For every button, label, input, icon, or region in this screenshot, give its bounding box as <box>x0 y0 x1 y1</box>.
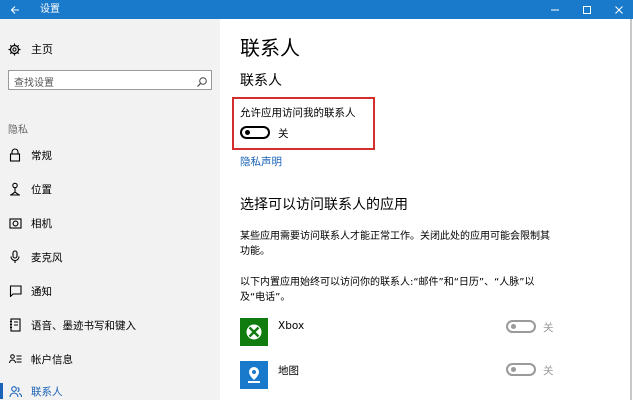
sidebar-item-contacts[interactable]: 联系人 <box>0 381 220 401</box>
back-button[interactable] <box>0 0 30 19</box>
location-icon <box>8 181 22 197</box>
sidebar-item-label: 麦克风 <box>31 252 63 264</box>
app-name: 地图 <box>278 365 299 377</box>
builtin-apps-text: 以下内置应用始终可以访问你的联系人:“邮件”和“日历”、“人脉”以及“电话”。 <box>240 277 535 303</box>
contacts-icon <box>8 383 22 399</box>
search-input[interactable]: 查找设置 <box>8 70 212 90</box>
title-bar: 设置 <box>0 0 633 19</box>
privacy-statement-link[interactable]: 隐私声明 <box>240 154 282 169</box>
search-icon[interactable] <box>196 73 208 92</box>
maximize-icon <box>583 5 591 14</box>
sidebar-item-microphone[interactable]: 麦克风 <box>0 247 220 267</box>
app-name: Xbox <box>278 320 305 332</box>
main-content: 联系人 联系人 允许应用访问我的联系人 关 隐私声明 选择可以访问联系人的应用 … <box>220 19 633 400</box>
maps-toggle[interactable] <box>506 363 536 376</box>
minimize-button[interactable] <box>540 0 570 19</box>
maximize-button[interactable] <box>572 0 602 19</box>
toggle-knob <box>511 324 516 329</box>
sidebar-item-location[interactable]: 位置 <box>0 179 220 199</box>
search-placeholder: 查找设置 <box>14 78 54 89</box>
sidebar-item-label: 常规 <box>31 150 52 162</box>
sidebar-item-general[interactable]: 常规 <box>0 145 220 165</box>
notebook-icon <box>8 317 22 333</box>
sidebar-item-label: 相机 <box>31 218 52 230</box>
home-label: 主页 <box>31 43 53 56</box>
xbox-toggle[interactable] <box>506 320 536 333</box>
scrollbar[interactable] <box>628 19 633 400</box>
sidebar-item-label: 语音、墨迹书写和键入 <box>31 320 136 332</box>
account-info-icon <box>8 351 22 367</box>
window-title: 设置 <box>40 4 60 15</box>
sidebar-item-label: 通知 <box>31 286 52 298</box>
description-text: 某些应用需要访问联系人才能正常工作。关闭此处的应用可能会限制其功能。 <box>240 231 550 257</box>
allow-contacts-toggle[interactable] <box>240 126 270 139</box>
back-arrow-icon <box>10 5 19 14</box>
sidebar-item-label: 帐户信息 <box>31 354 73 366</box>
allow-contacts-state: 关 <box>278 128 289 140</box>
gear-icon <box>8 43 21 55</box>
xbox-icon <box>240 318 268 346</box>
minimize-icon <box>551 9 559 10</box>
sidebar-item-label: 联系人 <box>31 386 63 398</box>
maps-toggle-state: 关 <box>543 365 554 377</box>
page-title: 联系人 <box>240 36 300 60</box>
section-heading: 联系人 <box>240 73 282 89</box>
sidebar-item-account-info[interactable]: 帐户信息 <box>0 349 220 369</box>
lock-icon <box>8 147 22 163</box>
sidebar-item-notifications[interactable]: 通知 <box>0 281 220 301</box>
sidebar-item-speech-inking[interactable]: 语音、墨迹书写和键入 <box>0 315 220 335</box>
sidebar-item-label: 位置 <box>31 184 52 196</box>
privacy-section-label: 隐私 <box>8 125 28 136</box>
notification-icon <box>8 283 22 299</box>
microphone-icon <box>8 249 22 265</box>
xbox-toggle-state: 关 <box>543 322 554 334</box>
active-indicator <box>0 383 3 399</box>
maps-icon <box>240 361 268 389</box>
toggle-knob <box>245 130 250 135</box>
allow-contacts-label: 允许应用访问我的联系人 <box>240 107 356 119</box>
sidebar: 主页 查找设置 隐私 常规 位置 相机 麦克风 通知 语音、墨迹书写和键入 帐户… <box>0 19 220 400</box>
toggle-knob <box>511 367 516 372</box>
apps-section-title: 选择可以访问联系人的应用 <box>240 197 408 213</box>
home-button[interactable]: 主页 <box>8 41 53 57</box>
close-button[interactable] <box>604 0 633 19</box>
scrollbar-thumb[interactable] <box>630 19 632 400</box>
camera-icon <box>8 215 22 231</box>
sidebar-item-camera[interactable]: 相机 <box>0 213 220 233</box>
close-icon <box>615 5 623 14</box>
